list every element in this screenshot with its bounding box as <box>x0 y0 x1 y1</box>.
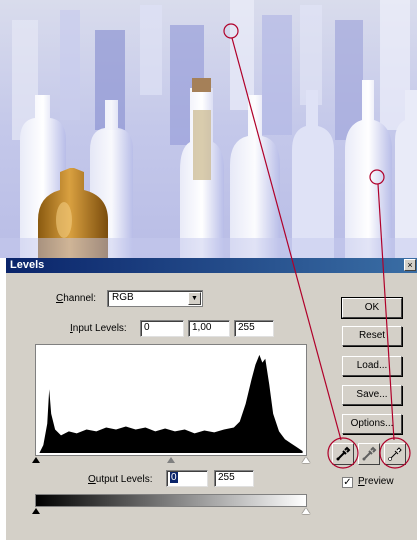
levels-dialog: Levels × Channel: RGB ▼ Input Levels: 0 … <box>6 258 417 540</box>
output-white-slider[interactable] <box>302 508 310 514</box>
black-point-eyedropper-icon <box>336 446 351 461</box>
output-levels-label: Output Levels: <box>88 474 153 485</box>
gray-eyedropper-button[interactable] <box>358 443 380 465</box>
chevron-down-icon[interactable]: ▼ <box>188 292 201 305</box>
close-icon: × <box>407 260 413 270</box>
reset-button[interactable]: Reset <box>342 326 402 346</box>
channel-value: RGB <box>112 292 134 303</box>
channel-select[interactable]: RGB ▼ <box>107 290 203 307</box>
input-black-slider[interactable] <box>32 457 40 463</box>
black-eyedropper-button[interactable] <box>332 443 354 465</box>
preview-label: Preview <box>358 476 394 487</box>
output-white-field[interactable]: 255 <box>214 470 254 487</box>
load-button[interactable]: Load... <box>342 356 402 376</box>
close-button[interactable]: × <box>404 259 416 271</box>
input-black-field[interactable]: 0 <box>140 320 184 337</box>
white-point-eyedropper-icon <box>388 447 402 461</box>
options-button[interactable]: Options... <box>342 414 402 434</box>
gray-point-eyedropper-icon <box>362 446 377 461</box>
preview-check[interactable]: ✓ <box>342 477 353 488</box>
output-gradient-bar <box>35 494 307 507</box>
input-white-slider[interactable] <box>302 457 310 463</box>
output-black-field[interactable]: 0 <box>166 470 208 487</box>
bottles-photo <box>0 0 417 258</box>
input-gamma-field[interactable]: 1,00 <box>188 320 230 337</box>
channel-label: Channel: <box>56 293 97 304</box>
input-levels-label: Input Levels: <box>70 323 127 334</box>
output-black-slider[interactable] <box>32 508 40 514</box>
white-eyedropper-button[interactable] <box>384 443 406 465</box>
save-button[interactable]: Save... <box>342 385 402 405</box>
dialog-title: Levels <box>10 259 45 271</box>
input-gamma-slider[interactable] <box>167 457 175 463</box>
ok-button[interactable]: OK <box>341 297 403 319</box>
output-black-value: 0 <box>170 472 178 483</box>
input-white-field[interactable]: 255 <box>234 320 274 337</box>
histogram <box>35 344 307 456</box>
dialog-titlebar[interactable]: Levels × <box>6 258 417 273</box>
